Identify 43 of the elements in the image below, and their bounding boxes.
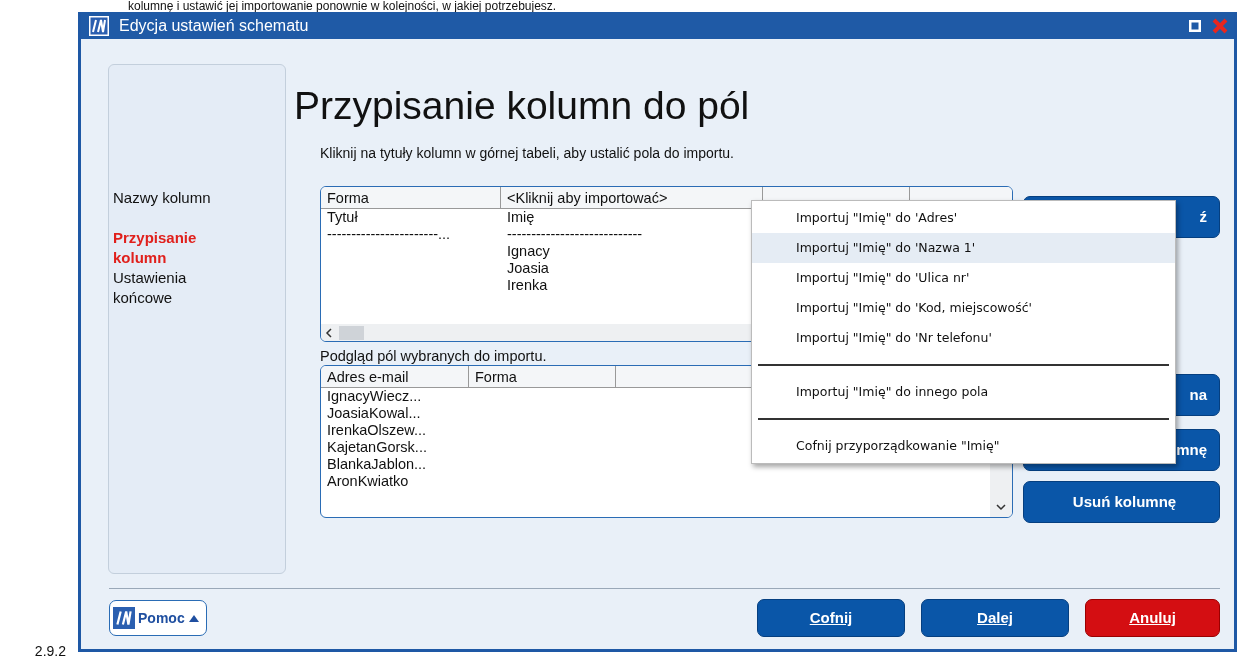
scroll-left-icon[interactable] xyxy=(325,327,333,338)
menu-item[interactable]: Importuj "Imię" do 'Ulica nr' xyxy=(752,263,1175,293)
scrollbar-thumb[interactable] xyxy=(339,325,364,340)
column-header[interactable]: Forma xyxy=(469,366,616,388)
table-cell-text: KajetanGorsk... xyxy=(326,439,428,456)
table-cell-text: Imię xyxy=(506,209,536,226)
side-button[interactable]: Usuń kolumnę xyxy=(1023,481,1220,523)
table-cell-text: Irenka xyxy=(506,277,549,294)
instruction-text: Kliknij na tytuły kolumn w górnej tabeli, aby ustalić pola do importu. xyxy=(320,144,735,163)
step-item[interactable]: Ustawienia końcowe xyxy=(113,268,243,308)
footer-button[interactable]: Anuluj xyxy=(1085,599,1220,637)
menu-item[interactable]: Cofnij przyporządkowanie "Imię" xyxy=(752,431,1175,461)
step-item[interactable]: Przypisanie kolumn xyxy=(113,228,243,268)
maximize-icon[interactable] xyxy=(1188,18,1202,33)
column-header[interactable]: Forma xyxy=(321,187,501,209)
table-cell-text: JoasiaKowal... xyxy=(326,405,422,422)
preview-label: Podgląd pól wybranych do importu. xyxy=(320,348,548,365)
logo-icon xyxy=(113,607,135,629)
window-title: Edycja ustawień schematu xyxy=(119,15,309,36)
table-cell-text: IrenkaOlszew... xyxy=(326,422,428,439)
caret-up-icon xyxy=(187,613,200,623)
help-button[interactable]: Pomoc xyxy=(109,600,207,636)
logo-icon xyxy=(89,15,109,36)
table-cell-text: Tytuł xyxy=(326,209,359,226)
footer-button[interactable]: Cofnij xyxy=(757,599,905,637)
column-header[interactable]: <Kliknij aby importować> xyxy=(501,187,763,209)
table-cell-text: AronKwiatko xyxy=(326,473,410,490)
table-cell-text: Ignacy xyxy=(506,243,551,260)
step-item[interactable]: Nazwy kolumn xyxy=(113,188,243,208)
column-header[interactable]: Adres e-mail xyxy=(321,366,469,388)
table-cell-text: BlankaJablon... xyxy=(326,456,428,473)
scroll-down-icon[interactable] xyxy=(996,504,1006,511)
menu-item[interactable]: Importuj "Imię" do 'Kod, miejscowość' xyxy=(752,293,1175,323)
footer-button[interactable]: Dalej xyxy=(921,599,1069,637)
menu-item[interactable]: Importuj "Imię" do 'Nr telefonu' xyxy=(752,323,1175,353)
page-heading: Przypisanie kolumn do pól xyxy=(294,83,751,129)
menu-item[interactable]: Importuj "Imię" do innego pola xyxy=(752,377,1175,407)
table-cell-text: IgnacyWiecz... xyxy=(326,388,423,405)
table-cell-text: Joasia xyxy=(506,260,550,277)
section-number: 2.9.2 xyxy=(34,642,66,661)
table-cell-text: -----------------------... xyxy=(326,226,452,243)
menu-item[interactable]: Importuj "Imię" do 'Nazwa 1' xyxy=(752,233,1175,263)
table-cell-text: ---------------------------- xyxy=(506,226,644,243)
